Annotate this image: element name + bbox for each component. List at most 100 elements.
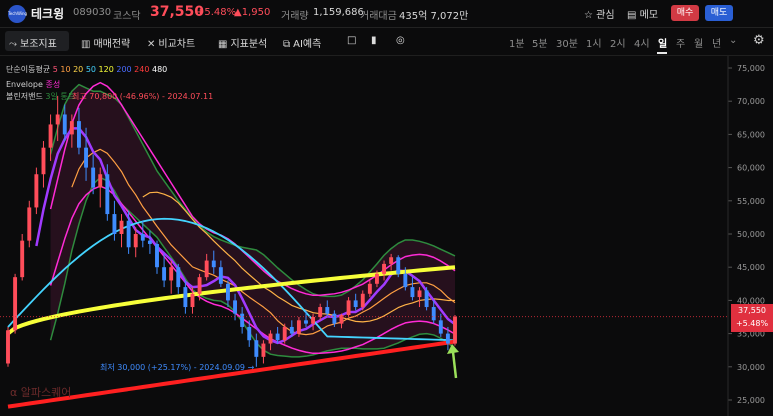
candle-body [254, 340, 259, 357]
candle-body [140, 234, 145, 241]
memo-icon: ▤ [627, 10, 637, 21]
period-day[interactable]: 일 [658, 35, 667, 50]
candle-body [346, 300, 351, 316]
candle-body [382, 263, 386, 274]
bollinger-label: 볼린저밴드 [6, 92, 43, 101]
strategy-button[interactable]: ▥ 매매전략 [81, 35, 130, 50]
square-tool-icon[interactable]: □ [347, 35, 356, 46]
ma-legend: 단순이동평균 5 10 20 50 120 200 240 480 [6, 64, 167, 75]
period-4hour[interactable]: 4시 [634, 35, 650, 50]
candle-body [91, 167, 96, 188]
watch-button[interactable]: ☆ 관심 [584, 6, 615, 21]
ai-label: AI예측 [293, 39, 322, 50]
buy-button[interactable]: 매수 [671, 5, 699, 21]
candle-body [105, 174, 110, 215]
candle-body [233, 300, 237, 314]
candle-body [211, 260, 216, 268]
y-tick-label: 70,000 [737, 97, 765, 106]
change-percent: +5.48% [196, 7, 237, 18]
period-1hour[interactable]: 1시 [586, 35, 602, 50]
y-tick-label: 60,000 [737, 164, 765, 173]
arrow-shaft [451, 351, 458, 379]
ma-period-240: 240 [131, 65, 150, 74]
candle-type-icon[interactable]: ▮ [371, 35, 377, 46]
period-1min[interactable]: 1분 [509, 35, 525, 50]
candle-body [112, 214, 117, 234]
active-period-underline [657, 52, 667, 54]
candle-body [453, 316, 457, 344]
candle-body [41, 147, 46, 175]
candle-body [77, 121, 81, 148]
ma-period-20: 20 [70, 65, 84, 74]
candle-body [403, 273, 408, 288]
analysis-icon: ▦ [218, 39, 228, 50]
indicator-icon: ⤳ [9, 39, 17, 50]
last-price-pct: +5.48% [735, 319, 769, 328]
company-logo: TechWing [8, 5, 27, 23]
period-2hour[interactable]: 2시 [610, 35, 626, 50]
ma-period-200: 200 [113, 65, 132, 74]
period-30min[interactable]: 30분 [556, 35, 578, 50]
strategy-label: 매매전략 [93, 39, 131, 50]
candle-body [218, 267, 223, 284]
candle-body [197, 277, 202, 294]
gear-icon[interactable]: ⚙ [753, 33, 765, 48]
period-month[interactable]: 월 [694, 35, 703, 50]
candle-body [176, 267, 181, 288]
candle-body [261, 343, 266, 357]
candle-body [147, 240, 152, 244]
chevron-down-icon[interactable]: ⌄ [729, 35, 737, 46]
candle-body [282, 326, 287, 341]
candle-body [445, 333, 450, 344]
candle-body [34, 174, 39, 208]
y-tick-label: 55,000 [737, 197, 765, 206]
analysis-button[interactable]: ▦ 지표분석 [218, 35, 267, 50]
indicators-label: 보조지표 [20, 39, 57, 50]
candle-body [240, 313, 245, 327]
volume-label: 거래량 [281, 11, 309, 22]
alpha-icon: α [10, 386, 18, 399]
analysis-label: 지표분석 [230, 39, 268, 50]
camera-icon[interactable]: ◎ [396, 35, 405, 46]
candle-body [311, 317, 316, 324]
period-week[interactable]: 주 [676, 35, 685, 50]
watermark: α 알파스퀘어 [10, 384, 71, 400]
candle-body [332, 313, 337, 324]
ai-predict-button[interactable]: ⧉ AI예측 [283, 35, 321, 50]
y-tick-label: 65,000 [737, 130, 765, 139]
amount-value: 435억 7,072만 [399, 11, 469, 22]
period-year[interactable]: 년 [712, 35, 721, 50]
stock-code: 089030 [73, 7, 112, 18]
candle-body [162, 267, 167, 281]
star-icon: ☆ [584, 10, 593, 21]
candle-body [247, 326, 252, 341]
candle-body [69, 121, 74, 135]
candle-body [289, 326, 294, 334]
candle-body [325, 307, 330, 314]
watermark-text: 알파스퀘어 [20, 386, 72, 399]
compare-button[interactable]: ✕ 비교차트 [147, 35, 195, 50]
arrow-head [447, 344, 459, 354]
chart-area[interactable]: 75,000 70,000 65,000 60,000 55,000 50,000 45,0… [0, 56, 773, 416]
sell-button[interactable]: 매도 [705, 5, 733, 21]
candle-body [268, 333, 273, 344]
bollinger-legend: 볼린저밴드 3일 통트 [6, 91, 75, 102]
candle-body [226, 283, 230, 301]
candle-body [6, 330, 10, 364]
candle-body [375, 273, 379, 284]
candle-body [27, 207, 32, 241]
memo-button[interactable]: ▤ 메모 [627, 6, 658, 21]
ma-items: 5 10 20 50 120 200 240 480 [53, 65, 168, 74]
envelope-legend: Envelope 종성 [6, 79, 60, 90]
stock-name: 테크윙 [31, 7, 65, 21]
watch-label: 관심 [596, 10, 615, 21]
bollinger-fill [50, 84, 455, 357]
candle-body [155, 243, 159, 268]
memo-label: 메모 [639, 10, 659, 21]
bollinger-value: 3일 통트 [45, 92, 76, 101]
period-5min[interactable]: 5분 [532, 35, 548, 50]
chart-toolbar: ⤳ 보조지표 ▥ 매매전략 ✕ 비교차트 ▦ 지표분석 ⧉ AI예측 □ ▮ ◎ 1분 5… [0, 27, 773, 56]
volume-value: 1,159,686 [313, 7, 364, 18]
indicators-button[interactable]: ⤳ 보조지표 [9, 35, 57, 50]
candle-body [438, 320, 443, 334]
